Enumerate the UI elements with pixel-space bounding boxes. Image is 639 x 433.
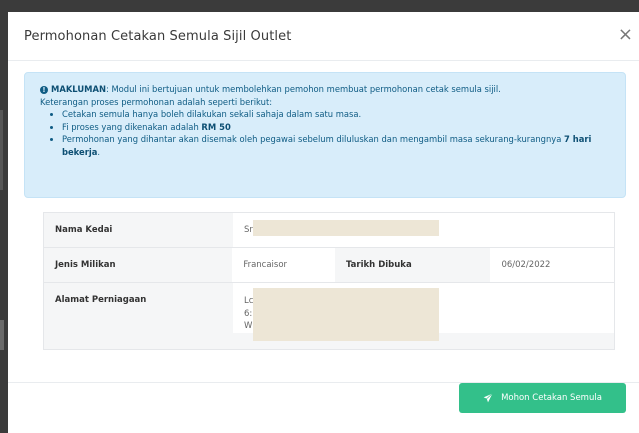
open-date-value: 06/02/2022 xyxy=(490,248,615,282)
modal-title: Permohonan Cetakan Semula Sijil Outlet xyxy=(24,29,292,44)
alert-list: Cetakan semula hanya boleh dilakukan sek… xyxy=(62,108,613,158)
list-item-text: Permohonan yang dihantar akan disemak ol… xyxy=(62,134,565,145)
list-item-text: Cetakan semula hanya boleh dilakukan sek… xyxy=(62,109,362,120)
address-line: 6: xyxy=(244,308,253,319)
backdrop-shape xyxy=(0,320,4,350)
reprint-certificate-modal: Permohonan Cetakan Semula Sijil Outlet ×… xyxy=(8,12,639,433)
address-line: Lc xyxy=(244,296,254,306)
redaction-block xyxy=(253,220,439,236)
list-item: Cetakan semula hanya boleh dilakukan sek… xyxy=(62,108,613,121)
info-circle-icon: ! xyxy=(40,86,48,94)
backdrop-shape xyxy=(0,110,3,190)
ownership-value: Francaisor xyxy=(232,248,335,282)
list-item-text: Fi proses yang dikenakan adalah xyxy=(62,121,202,132)
backdrop-top xyxy=(8,0,639,12)
open-date-label: Tarikh Dibuka xyxy=(345,260,412,270)
shop-name-label: Nama Kedai xyxy=(55,225,113,235)
alert-heading: MAKLUMAN xyxy=(51,84,106,94)
list-item: Permohonan yang dihantar akan disemak ol… xyxy=(62,133,613,158)
alert-intro-text: : Modul ini bertujuan untuk membolehkan … xyxy=(105,84,501,94)
info-alert: ! MAKLUMAN: Modul ini bertujuan untuk mem… xyxy=(24,72,626,198)
close-icon[interactable]: × xyxy=(618,26,633,44)
table-row: Jenis Milikan Francaisor Tarikh Dibuka 0… xyxy=(43,248,615,283)
redaction-block xyxy=(253,288,439,341)
fee-amount: RM 50 xyxy=(201,121,231,132)
list-item-text: . xyxy=(97,146,101,157)
modal-header: Permohonan Cetakan Semula Sijil Outlet × xyxy=(8,12,639,61)
list-item: Fi proses yang dikenakan adalah RM 50 xyxy=(62,121,613,134)
submit-reprint-button[interactable]: Mohon Cetakan Semula xyxy=(459,383,626,413)
address-line: W xyxy=(244,321,253,331)
send-icon xyxy=(483,393,493,403)
ownership-label: Jenis Milikan xyxy=(55,260,116,270)
alert-intro: ! MAKLUMAN: Modul ini bertujuan untuk mem… xyxy=(40,83,613,96)
address-label: Alamat Perniagaan xyxy=(55,295,147,305)
alert-line: Keterangan proses permohonan adalah sepe… xyxy=(40,96,273,107)
backdrop-left xyxy=(0,0,8,433)
submit-button-label: Mohon Cetakan Semula xyxy=(501,393,602,403)
